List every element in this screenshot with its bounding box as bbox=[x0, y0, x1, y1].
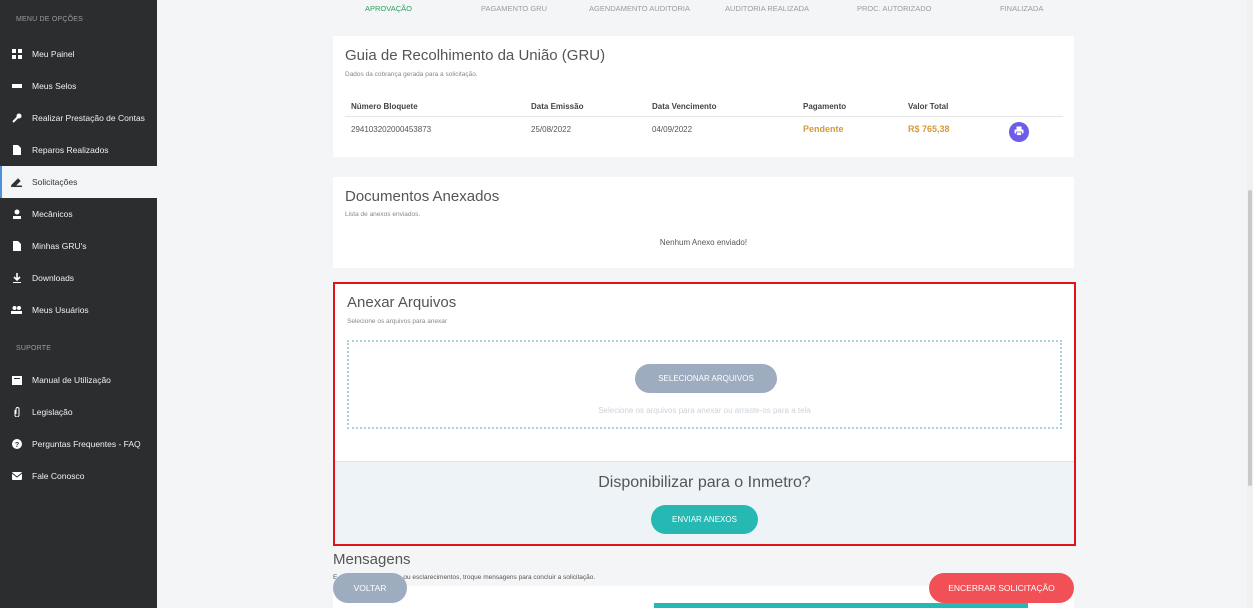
sidebar: MENU DE OPÇÕES Meu Painel Meus Selos Rea… bbox=[0, 0, 157, 608]
documents-title: Documentos Anexados bbox=[345, 188, 500, 205]
cell-valor-total: R$ 765,38 bbox=[908, 124, 950, 134]
sidebar-section-support: SUPORTE bbox=[16, 345, 52, 352]
sidebar-item-label: Meus Selos bbox=[32, 81, 77, 91]
gru-subtitle: Dados da cobrança gerada para a solicita… bbox=[345, 71, 478, 78]
step-aprovacao: APROVAÇÃO bbox=[365, 4, 412, 13]
back-button[interactable]: VOLTAR bbox=[333, 573, 407, 603]
messages-title: Mensagens bbox=[333, 551, 411, 568]
header-pagamento: Pagamento bbox=[803, 102, 847, 111]
header-numero-bloquete: Número Bloquete bbox=[351, 102, 418, 111]
sidebar-item-fale-conosco[interactable]: Fale Conosco bbox=[0, 460, 157, 492]
attach-subtitle: Selecione os arquivos para anexar bbox=[347, 318, 448, 325]
sidebar-item-mecanicos[interactable]: Mecânicos bbox=[0, 198, 157, 230]
send-attachments-button[interactable]: ENVIAR ANEXOS bbox=[651, 505, 758, 534]
step-agendamento-auditoria: AGENDAMENTO AUDITORIA bbox=[589, 4, 690, 13]
status-badge: Pendente bbox=[803, 124, 844, 134]
sidebar-item-manual[interactable]: Manual de Utilização bbox=[0, 364, 157, 396]
sidebar-section-options: MENU DE OPÇÕES bbox=[16, 16, 83, 23]
users-icon bbox=[11, 305, 22, 315]
pen-icon bbox=[11, 177, 22, 187]
sidebar-item-label: Solicitações bbox=[32, 177, 78, 187]
printer-icon bbox=[1014, 123, 1024, 141]
sidebar-item-label: Perguntas Frequentes - FAQ bbox=[32, 439, 141, 449]
attach-card: Anexar Arquivos Selecione os arquivos pa… bbox=[333, 282, 1076, 546]
file-icon bbox=[11, 241, 22, 251]
stamp-icon bbox=[11, 81, 22, 91]
sidebar-item-label: Reparos Realizados bbox=[32, 145, 109, 155]
sidebar-item-downloads[interactable]: Downloads bbox=[0, 262, 157, 294]
sidebar-item-label: Realizar Prestação de Contas bbox=[32, 113, 145, 123]
document-icon bbox=[11, 145, 22, 155]
sidebar-item-label: Meu Painel bbox=[32, 49, 75, 59]
person-icon bbox=[11, 209, 22, 219]
step-finalizada: FINALIZADA bbox=[1000, 4, 1044, 13]
header-data-vencimento: Data Vencimento bbox=[652, 102, 717, 111]
book-icon bbox=[11, 375, 22, 385]
messages-subtitle-tail: ou esclarecimentos, troque mensagens par… bbox=[403, 574, 596, 581]
documents-subtitle: Lista de anexos enviados. bbox=[345, 211, 421, 218]
message-bubble bbox=[654, 603, 1028, 608]
header-data-emissao: Data Emissão bbox=[531, 102, 584, 111]
sidebar-item-label: Manual de Utilização bbox=[32, 375, 111, 385]
sidebar-item-label: Meus Usuários bbox=[32, 305, 89, 315]
gru-title: Guia de Recolhimento da União (GRU) bbox=[345, 47, 606, 64]
sidebar-item-label: Legislação bbox=[32, 407, 73, 417]
close-request-button[interactable]: ENCERRAR SOLICITAÇÃO bbox=[929, 573, 1074, 603]
file-dropzone[interactable]: SELECIONAR ARQUIVOS Selecione os arquivo… bbox=[347, 340, 1062, 429]
documents-empty-message: Nenhum Anexo enviado! bbox=[659, 238, 748, 247]
select-files-button[interactable]: SELECIONAR ARQUIVOS bbox=[635, 364, 777, 393]
step-proc-autorizado: PROC. AUTORIZADO bbox=[857, 4, 932, 13]
sidebar-item-minhas-grus[interactable]: Minhas GRU's bbox=[0, 230, 157, 262]
envelope-icon bbox=[11, 471, 22, 481]
table-divider bbox=[345, 116, 1063, 117]
header-valor-total: Valor Total bbox=[908, 102, 949, 111]
step-auditoria-realizada: AUDITORIA REALIZADA bbox=[725, 4, 810, 13]
cell-numero-bloquete: 294103202000453873 bbox=[351, 125, 432, 134]
cell-data-emissao: 25/08/2022 bbox=[531, 125, 572, 134]
sidebar-item-legislacao[interactable]: Legislação bbox=[0, 396, 157, 428]
scrollbar[interactable] bbox=[1247, 0, 1253, 608]
sidebar-item-reparos-realizados[interactable]: Reparos Realizados bbox=[0, 134, 157, 166]
attach-title: Anexar Arquivos bbox=[347, 294, 457, 311]
paperclip-icon bbox=[11, 407, 22, 417]
download-icon bbox=[11, 273, 22, 283]
documents-card: Documentos Anexados Lista de anexos envi… bbox=[333, 177, 1074, 268]
print-button[interactable] bbox=[1009, 122, 1029, 142]
step-pagamento-gru: PAGAMENTO GRU bbox=[481, 4, 547, 13]
gru-card: Guia de Recolhimento da União (GRU) Dado… bbox=[333, 36, 1074, 157]
question-icon: ? bbox=[11, 439, 22, 449]
dashboard-icon bbox=[11, 49, 22, 59]
sidebar-item-faq[interactable]: ? Perguntas Frequentes - FAQ bbox=[0, 428, 157, 460]
share-question: Disponibilizar para o Inmetro? bbox=[598, 474, 811, 491]
wrench-icon bbox=[11, 113, 22, 123]
sidebar-item-prestacao-contas[interactable]: Realizar Prestação de Contas bbox=[0, 102, 157, 134]
sidebar-item-label: Minhas GRU's bbox=[32, 241, 87, 251]
sidebar-item-meu-painel[interactable]: Meu Painel bbox=[0, 38, 157, 70]
share-section: Disponibilizar para o Inmetro? ENVIAR AN… bbox=[335, 461, 1074, 544]
sidebar-item-meus-usuarios[interactable]: Meus Usuários bbox=[0, 294, 157, 326]
sidebar-item-label: Downloads bbox=[32, 273, 75, 283]
dropzone-hint: Selecione os arquivos para anexar ou arr… bbox=[598, 406, 811, 415]
sidebar-item-label: Mecânicos bbox=[32, 209, 73, 219]
sidebar-item-solicitacoes[interactable]: Solicitações bbox=[0, 166, 157, 198]
cell-data-vencimento: 04/09/2022 bbox=[652, 125, 693, 134]
scrollbar-thumb[interactable] bbox=[1248, 190, 1252, 486]
svg-text:?: ? bbox=[14, 442, 18, 449]
sidebar-item-label: Fale Conosco bbox=[32, 471, 85, 481]
sidebar-item-meus-selos[interactable]: Meus Selos bbox=[0, 70, 157, 102]
